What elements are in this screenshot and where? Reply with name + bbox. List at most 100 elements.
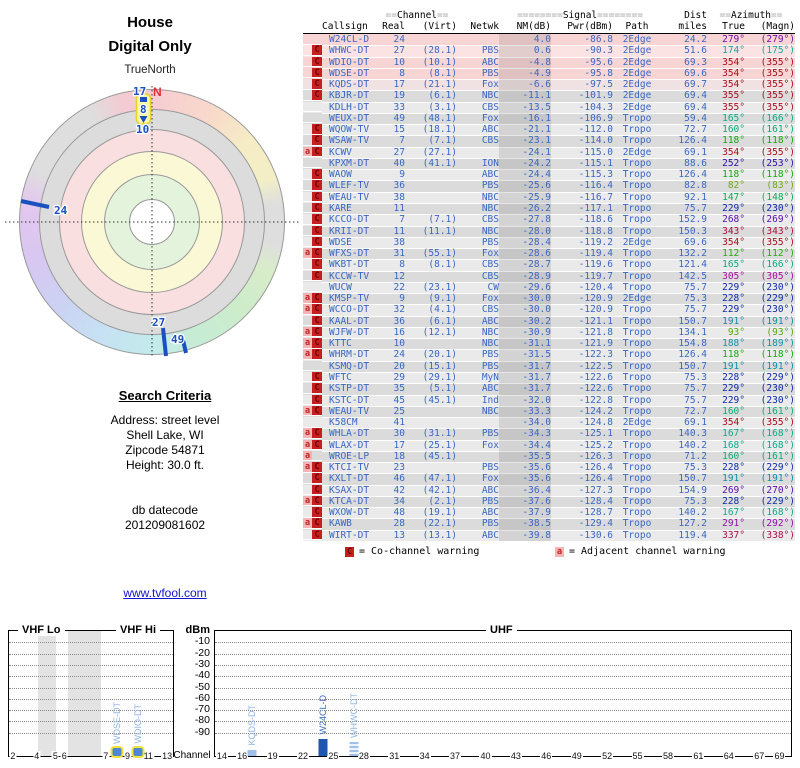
spectrum-bar-KQDS-DT [247,749,257,756]
table-row: a C KTCA-DT 34 (2.1) PBS -37.6 -128.4 Tropo 75.3 2… [303,495,795,509]
adjacent-warning-mark [303,57,312,68]
table-row: C KCCW-TV 12 CBS -28.9 -119.7 Tropo 142.5 305° (3… [303,270,795,283]
co-channel-warning-mark: C [312,315,322,327]
spectrum-bar-W24CL-D [318,738,328,756]
co-channel-warning-mark: C [312,236,322,248]
dbm-tick-label: -30 [194,657,210,670]
vhf-lo-band-label: VHF Lo [18,624,65,636]
table-row: C KAAL-DT 36 (6.1) ABC -30.2 -121.1 Tropo 150.7 1… [303,315,795,328]
col-header-real: Real [382,21,405,32]
adjacent-warning-mark [303,361,312,372]
adjacent-warning-mark [303,485,312,496]
table-row: C WDSE 38 PBS -28.4 -119.2 2Edge 69.6 354° (355°) [303,236,795,250]
dbm-tick-label: -60 [194,691,210,704]
search-criteria-title: Search Criteria [118,388,212,403]
dbm-tick-label: -70 [194,703,210,716]
adjacent-warning-mark: a [303,349,312,360]
adjacent-warning-mark [303,158,312,169]
group-header-row: ==Channel== ========Signal======== Dist … [303,10,795,21]
co-channel-warning-mark: C [312,518,322,529]
dbm-gridline [215,664,791,666]
tvfool-link[interactable]: www.tvfool.com [70,586,260,600]
search-criteria: Search Criteria Address: street level Sh… [40,388,290,533]
co-channel-warning-mark: C [312,473,322,484]
col-header-virt: (Virt) [422,21,457,32]
column-header-row: Callsign Real (Virt) Netwk NM(dB) Pwr(dB… [303,21,795,32]
channel-tick-label: 46 [540,751,553,762]
db-datecode: db datecode 201209081602 [40,503,290,533]
dbm-tick-label: -10 [194,635,210,648]
table-row: a C KTTC 10 NBC -31.1 -121.9 Tropo 154.8 188° (189… [303,338,795,351]
channel-tick-label: 7 [102,751,110,762]
table-row: a C WHRM-DT 24 (20.1) PBS -31.5 -122.3 Tropo 126.… [303,349,795,362]
adjacent-warning-mark: a [303,495,312,507]
table-row: C KRII-DT 11 (11.1) NBC -28.0 -118.8 Tropo 150.3… [303,225,795,238]
co-channel-warning-mark: C [312,56,322,68]
dbm-tick-label: -40 [194,669,210,682]
table-row: a C WCCO-DT 32 (4.1) CBS -30.0 -120.9 Tropo 75.7 2… [303,304,795,317]
co-channel-warning-mark: C [312,371,322,383]
table-row: W24CL-D 24 4.0 -86.8 2Edge 24.2 279° (279°) [303,34,795,47]
true-azimuth-cell: 337° [707,530,745,542]
channel-tick-label: 67 [753,751,766,762]
adjacent-warning-mark [303,473,312,484]
table-row: C WQOW-TV 15 (18.1) ABC -21.1 -112.0 Tropo 72.7 1… [303,124,795,137]
co-channel-warning-mark [312,282,322,293]
adjacent-warning-mark: a [303,450,312,462]
channel-group-header: ==Channel== [385,10,449,21]
spectrum-bar-label: WHWC-DT [348,693,359,739]
adjacent-channel-warning-icon: a [555,546,564,557]
channel-tick-label: 40 [479,751,492,762]
table-row: C WFTC 29 (29.1) MyN -31.7 -122.6 Tropo 75.3 228°… [303,371,795,385]
adjacent-warning-mark: a [303,248,312,259]
co-channel-warning-mark: C [312,45,322,56]
co-channel-warning-mark: C [312,169,322,180]
db-datecode-label: db datecode [131,503,199,517]
co-channel-warning-mark: C [312,202,322,214]
table-row: C KXLT-DT 46 (47.1) Fox -35.6 -126.4 Tropo 150.7… [303,473,795,486]
table-row: a C KMSP-TV 9 (9.1) Fox -30.0 -120.9 2Edge 75.3 22… [303,293,795,306]
adjacent-warning-mark [303,169,312,180]
spectrum-bar-label: WDIO-DT [132,704,143,744]
table-row: C KCCO-DT 7 (7.1) CBS -27.8 -118.6 Tropo 152.9 26… [303,214,795,227]
channel-tick-label: 61 [692,751,705,762]
dbm-gridline [9,698,173,700]
co-channel-warning-mark: C [312,484,322,496]
dbm-axis-title: dBm [185,624,210,636]
dbm-tick-label: -90 [194,725,210,738]
co-channel-warning-mark: C [312,90,322,101]
real-channel-cell: 13 [377,530,405,542]
table-row: a C WHLA-DT 30 (31.1) PBS -34.3 -125.1 Tropo 140.… [303,428,795,441]
co-channel-warning-mark: C [312,214,322,225]
table-row: C KBJR-DT 19 (6.1) NBC -11.1 -101.9 2Edge 69.4 35… [303,90,795,103]
channel-tick-label: 28 [357,751,370,762]
co-channel-warning-mark [312,451,322,462]
table-row: KPXM-DT 40 (41.1) ION -24.2 -115.1 Tropo 88.6 25… [303,157,795,171]
table-row: WEUX-DT 49 (48.1) Fox -16.1 -106.9 Tropo 59.4 16… [303,112,795,126]
table-row: C WLEF-TV 36 PBS -25.6 -116.4 Tropo 82.8 82° (83°… [303,180,795,193]
adjacent-warning-mark [303,271,312,282]
adjacent-warning-mark [303,507,312,518]
col-header-callsign: Callsign [322,21,368,32]
adjacent-warning-mark [303,180,312,191]
channel-tick-label: 14 [215,751,228,762]
zipcode-line: Zipcode 54871 [125,443,205,457]
channel-tick-label: 69 [773,751,786,762]
vhf-gap-band-1 [38,631,56,756]
adjacent-warning-mark [303,237,312,248]
adjacent-warning-mark: a [303,405,312,417]
channel-tick-label: 49 [570,751,583,762]
co-channel-warning-mark: C [312,507,322,518]
col-header-miles: miles [678,21,707,32]
co-channel-warning-mark: C [312,394,322,405]
adjacent-warning-mark [303,113,312,124]
channel-tick-label: 4 [33,751,41,762]
table-row: C KQDS-DT 17 (21.1) Fox -6.6 -97.5 2Edge 69.7 354… [303,79,795,92]
co-channel-warning-icon: C [345,546,354,557]
adjacent-warning-mark [303,226,312,237]
dbm-tick-label: -80 [194,714,210,727]
co-channel-warning-mark: C [312,293,322,304]
channel-tick-label: 52 [601,751,614,762]
dbm-gridline [215,653,791,655]
dbm-gridline [9,664,173,666]
